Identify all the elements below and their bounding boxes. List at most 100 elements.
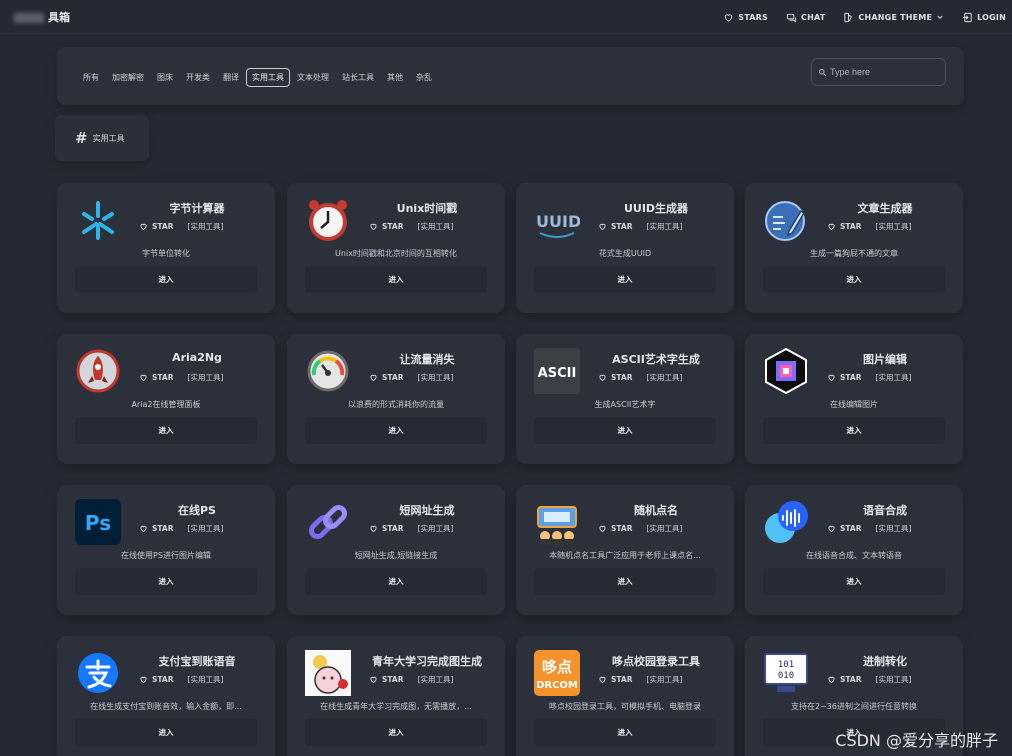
card-title[interactable]: 进制转化 <box>815 653 955 669</box>
card-title[interactable]: 哆点校园登录工具 <box>586 653 726 669</box>
card-title[interactable]: 在线PS <box>127 502 267 518</box>
enter-button[interactable]: 进入 <box>534 266 716 293</box>
enter-button[interactable]: 进入 <box>305 266 487 293</box>
card-title[interactable]: Unix时间戳 <box>357 200 497 216</box>
star-button[interactable]: STAR <box>840 222 862 231</box>
tab-0[interactable]: 所有 <box>77 68 105 87</box>
enter-button[interactable]: 进入 <box>763 568 945 595</box>
card-title[interactable]: 语音合成 <box>815 502 955 518</box>
card-title[interactable]: 字节计算器 <box>127 200 267 216</box>
star-button[interactable]: STAR <box>611 524 633 533</box>
card-title[interactable]: 随机点名 <box>586 502 726 518</box>
heart-icon[interactable] <box>598 524 607 533</box>
enter-button[interactable]: 进入 <box>305 719 487 746</box>
enter-button[interactable]: 进入 <box>305 568 487 595</box>
article-pen-icon[interactable] <box>763 197 809 243</box>
duodian-icon[interactable]: 哆点 DRCOM <box>534 650 580 696</box>
tab-6[interactable]: 文本处理 <box>291 68 335 87</box>
tool-card: 字节计算器 STAR [实用工具] 字节单位转化 进入 <box>57 183 275 313</box>
star-button[interactable]: STAR <box>611 222 633 231</box>
heart-icon[interactable] <box>369 222 378 231</box>
enter-button[interactable]: 进入 <box>763 417 945 444</box>
tab-3[interactable]: 开发类 <box>180 68 216 87</box>
ascii-icon[interactable]: ASCII <box>534 348 580 394</box>
category-tabs: 所有 加密解密 图床 开发类 翻译 实用工具 文本处理 站长工具 其他 杂乱 <box>77 68 439 87</box>
cartoon-icon[interactable] <box>305 650 351 696</box>
heart-icon[interactable] <box>369 675 378 684</box>
star-button[interactable]: STAR <box>840 675 862 684</box>
card-title[interactable]: Aria2Ng <box>127 351 267 364</box>
tab-8[interactable]: 其他 <box>381 68 409 87</box>
star-button[interactable]: STAR <box>382 222 404 231</box>
heart-icon[interactable] <box>827 524 836 533</box>
enter-button[interactable]: 进入 <box>75 417 257 444</box>
tab-5[interactable]: 实用工具 <box>246 68 290 87</box>
voice-wave-icon[interactable] <box>763 499 809 545</box>
card-title[interactable]: 让流量消失 <box>357 351 497 367</box>
link-icon[interactable] <box>305 499 351 545</box>
heart-icon[interactable] <box>369 373 378 382</box>
card-title[interactable]: 支付宝到账语音 <box>127 653 267 669</box>
star-button[interactable]: STAR <box>382 524 404 533</box>
star-button[interactable]: STAR <box>382 675 404 684</box>
card-title[interactable]: ASCII艺术字生成 <box>586 351 726 367</box>
heart-icon[interactable] <box>598 222 607 231</box>
heart-icon[interactable] <box>598 675 607 684</box>
star-button[interactable]: STAR <box>382 373 404 382</box>
binary-monitor-icon[interactable]: 101 010 <box>763 650 809 696</box>
tab-7[interactable]: 站长工具 <box>336 68 380 87</box>
heart-icon[interactable] <box>139 222 148 231</box>
card-title[interactable]: 图片编辑 <box>815 351 955 367</box>
nav-login-label: LOGIN <box>977 12 1006 22</box>
star-button[interactable]: STAR <box>611 373 633 382</box>
card-title[interactable]: 青年大学习完成图生成 <box>357 653 497 669</box>
star-button[interactable]: STAR <box>840 373 862 382</box>
card-title[interactable]: 文章生成器 <box>815 200 955 216</box>
card-title[interactable]: UUID生成器 <box>586 200 726 216</box>
tab-4[interactable]: 翻译 <box>217 68 245 87</box>
heart-icon[interactable] <box>827 373 836 382</box>
search-input[interactable] <box>830 67 940 77</box>
uuid-icon[interactable]: UUID <box>534 197 581 243</box>
heart-icon[interactable] <box>369 524 378 533</box>
star-button[interactable]: STAR <box>152 675 174 684</box>
enter-button[interactable]: 进入 <box>763 266 945 293</box>
star-button[interactable]: STAR <box>840 524 862 533</box>
enter-button[interactable]: 进入 <box>534 719 716 746</box>
alipay-icon[interactable] <box>75 650 121 696</box>
alarm-clock-icon[interactable] <box>305 197 351 243</box>
enter-button[interactable]: 进入 <box>75 719 257 746</box>
star-button[interactable]: STAR <box>152 373 174 382</box>
tab-1[interactable]: 加密解密 <box>106 68 150 87</box>
image-editor-icon[interactable] <box>763 347 809 395</box>
star-button[interactable]: STAR <box>152 524 174 533</box>
photoshop-icon[interactable]: Ps <box>75 499 121 545</box>
roll-call-icon[interactable] <box>534 499 580 545</box>
nav-chat[interactable]: CHAT <box>786 12 825 23</box>
byte-calculator-icon[interactable] <box>75 197 121 243</box>
search-box[interactable] <box>811 58 946 86</box>
card-meta: STAR [实用工具] <box>139 523 223 534</box>
enter-button[interactable]: 进入 <box>534 417 716 444</box>
heart-icon[interactable] <box>139 524 148 533</box>
star-button[interactable]: STAR <box>611 675 633 684</box>
rocket-icon[interactable] <box>75 348 121 394</box>
enter-button[interactable]: 进入 <box>75 568 257 595</box>
enter-button[interactable]: 进入 <box>305 417 487 444</box>
card-title[interactable]: 短网址生成 <box>357 502 497 518</box>
tab-9[interactable]: 杂乱 <box>410 68 438 87</box>
heart-icon[interactable] <box>827 675 836 684</box>
heart-icon[interactable] <box>598 373 607 382</box>
nav-login[interactable]: LOGIN <box>962 12 1006 23</box>
tab-2[interactable]: 图床 <box>151 68 179 87</box>
enter-button[interactable]: 进入 <box>75 266 257 293</box>
gauge-icon[interactable] <box>305 348 351 394</box>
heart-icon[interactable] <box>139 675 148 684</box>
brand-logo[interactable]: 具箱 <box>14 9 70 25</box>
heart-icon[interactable] <box>139 373 148 382</box>
nav-stars[interactable]: STARS <box>723 12 768 23</box>
enter-button[interactable]: 进入 <box>534 568 716 595</box>
heart-icon[interactable] <box>827 222 836 231</box>
nav-change-theme[interactable]: CHANGE THEME <box>843 12 944 23</box>
star-button[interactable]: STAR <box>152 222 174 231</box>
